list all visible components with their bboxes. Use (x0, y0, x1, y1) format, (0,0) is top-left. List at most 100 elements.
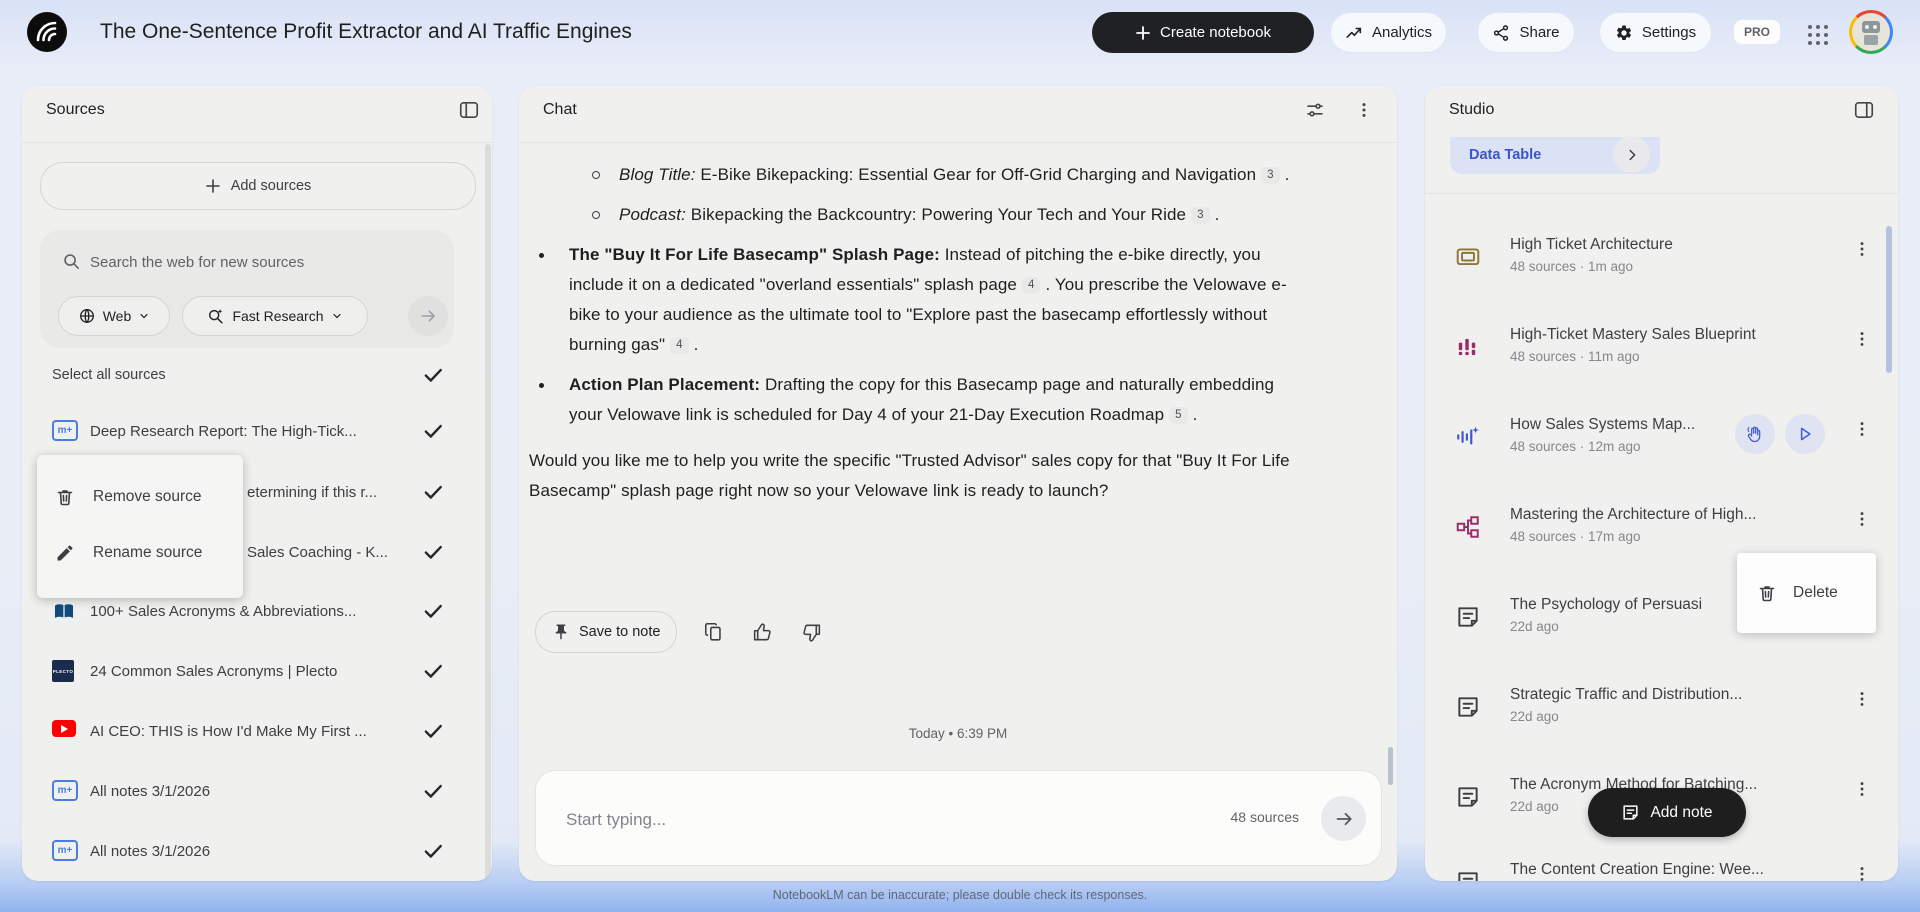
citation-chip[interactable]: 3 (1261, 167, 1280, 184)
citation-chip[interactable]: 4 (1021, 277, 1041, 294)
remove-source-menu-item[interactable]: Remove source (37, 469, 243, 525)
source-row[interactable]: m+ All notes 3/1/2026 (22, 775, 492, 809)
analytics-label: Analytics (1371, 24, 1433, 41)
book-logo-icon (52, 600, 76, 624)
note-icon (1455, 694, 1481, 720)
source-checkbox[interactable] (422, 840, 446, 864)
note-icon (1455, 869, 1481, 881)
play-button[interactable] (1785, 414, 1825, 454)
studio-item-title: Strategic Traffic and Distribution... (1510, 686, 1743, 703)
chat-scrollbar-thumb[interactable] (1388, 747, 1393, 785)
send-button[interactable] (1321, 796, 1366, 841)
google-apps-icon[interactable] (1806, 23, 1830, 47)
source-row[interactable]: 100+ Sales Acronyms & Abbreviations... (22, 595, 492, 629)
expand-studio-panel-icon[interactable] (1853, 99, 1875, 121)
source-checkbox[interactable] (422, 481, 446, 505)
bullet-text: E-Bike Bikepacking: Essential Gear for O… (695, 165, 1257, 184)
delete-menu-item[interactable]: Delete (1737, 553, 1876, 633)
settings-label: Settings (1641, 24, 1697, 41)
notebook-title[interactable]: The One-Sentence Profit Extractor and AI… (100, 12, 632, 52)
item-more-options-icon[interactable] (1853, 780, 1871, 798)
research-mode-dropdown[interactable]: Fast Research (182, 296, 368, 336)
select-all-checkbox[interactable] (422, 364, 446, 388)
item-more-options-icon[interactable] (1853, 865, 1871, 881)
studio-panel-title: Studio (1449, 101, 1495, 118)
chevron-down-icon (331, 310, 343, 322)
source-count-label: 48 sources (1230, 809, 1299, 825)
gear-icon (1615, 24, 1633, 42)
notebooklm-note-icon: m+ (52, 840, 78, 861)
bar-chart-icon (1455, 334, 1481, 360)
source-title: 24 Common Sales Acronyms | Plecto (90, 663, 338, 680)
studio-item-row[interactable]: High-Ticket Mastery Sales Blueprint 48 s… (1425, 326, 1898, 386)
source-checkbox[interactable] (422, 660, 446, 684)
notebooklm-logo-icon[interactable] (27, 12, 67, 52)
web-filter-dropdown[interactable]: Web (58, 296, 170, 336)
chat-bullet: The "Buy It For Life Basecamp" Splash Pa… (529, 240, 1293, 360)
search-submit-button[interactable] (408, 296, 448, 336)
bullet-lead: Blog Title: (619, 165, 696, 184)
save-to-note-label: Save to note (579, 624, 661, 640)
source-title: All notes 3/1/2026 (90, 783, 211, 800)
source-checkbox[interactable] (422, 541, 446, 565)
source-title: AI CEO: THIS is How I'd Make My First ..… (90, 723, 367, 740)
avatar-robot-image (1852, 13, 1890, 51)
chat-settings-icon[interactable] (1305, 100, 1325, 120)
rename-source-menu-item[interactable]: Rename source (37, 525, 243, 581)
chat-input-card: 48 sources (535, 770, 1382, 866)
item-more-options-icon[interactable] (1853, 420, 1871, 438)
thumbs-down-icon[interactable] (800, 621, 823, 644)
studio-item-row[interactable]: The Content Creation Engine: Wee... (1425, 861, 1898, 881)
chat-bullet: Action Plan Placement: Drafting the copy… (529, 370, 1293, 430)
bullet-lead: Action Plan Placement: (569, 375, 761, 394)
search-input[interactable] (88, 246, 422, 278)
source-checkbox[interactable] (422, 720, 446, 744)
source-row[interactable]: m+ Deep Research Report: The High-Tick..… (22, 415, 492, 449)
studio-item-row[interactable]: High Ticket Architecture 48 sources · 1m… (1425, 236, 1898, 296)
account-avatar[interactable] (1849, 10, 1893, 54)
sources-scrollbar[interactable] (485, 144, 491, 881)
source-row[interactable]: AI CEO: THIS is How I'd Make My First ..… (22, 715, 492, 749)
pro-badge[interactable]: PRO (1734, 20, 1781, 44)
share-button[interactable]: Share (1477, 12, 1575, 53)
source-checkbox[interactable] (422, 420, 446, 444)
add-note-button[interactable]: Add note (1588, 788, 1746, 837)
collapse-sources-panel-icon[interactable] (458, 99, 480, 121)
bullet-tail: . (1192, 405, 1198, 424)
source-row[interactable]: PLECTO 24 Common Sales Acronyms | Plecto (22, 655, 492, 689)
flashcards-icon (1455, 244, 1481, 270)
copy-icon[interactable] (703, 621, 725, 643)
save-to-note-button[interactable]: Save to note (535, 611, 678, 653)
web-search-card: Web Fast Research (40, 230, 454, 348)
share-icon (1492, 24, 1510, 42)
studio-item-row[interactable]: Strategic Traffic and Distribution... 22… (1425, 686, 1898, 746)
citation-chip[interactable]: 3 (1191, 207, 1210, 224)
source-checkbox[interactable] (422, 780, 446, 804)
source-row[interactable]: m+ All notes 3/1/2026 (22, 835, 492, 869)
settings-button[interactable]: Settings (1599, 12, 1712, 53)
plecto-logo-icon: PLECTO (52, 660, 74, 682)
item-more-options-icon[interactable] (1853, 240, 1871, 258)
sources-panel: Sources Add sources Web Fast Research Se… (22, 86, 492, 881)
chat-input[interactable] (564, 803, 1128, 837)
data-table-chip-label: Data Table (1469, 147, 1542, 163)
citation-chip[interactable]: 5 (1169, 407, 1188, 424)
citation-chip[interactable]: 4 (670, 337, 689, 354)
web-filter-label: Web (102, 308, 132, 324)
create-notebook-button[interactable]: Create notebook (1092, 12, 1314, 53)
globe-icon (78, 307, 96, 325)
item-more-options-icon[interactable] (1853, 690, 1871, 708)
analytics-button[interactable]: Analytics (1330, 12, 1447, 53)
studio-item-row[interactable]: How Sales Systems Map... 48 sources · 12… (1425, 414, 1898, 476)
carousel-next-button[interactable] (1613, 136, 1650, 173)
item-more-options-icon[interactable] (1853, 510, 1871, 528)
chat-response: Blog Title: E-Bike Bikepacking: Essentia… (529, 160, 1293, 506)
add-sources-button[interactable]: Add sources (40, 162, 476, 210)
interactive-mode-button[interactable] (1735, 414, 1775, 454)
rename-source-label: Rename source (93, 544, 203, 561)
source-checkbox[interactable] (422, 600, 446, 624)
chat-more-options-icon[interactable] (1355, 100, 1373, 120)
thumbs-up-icon[interactable] (751, 621, 774, 644)
item-more-options-icon[interactable] (1853, 330, 1871, 348)
studio-item-meta: 22d ago (1510, 709, 1559, 724)
